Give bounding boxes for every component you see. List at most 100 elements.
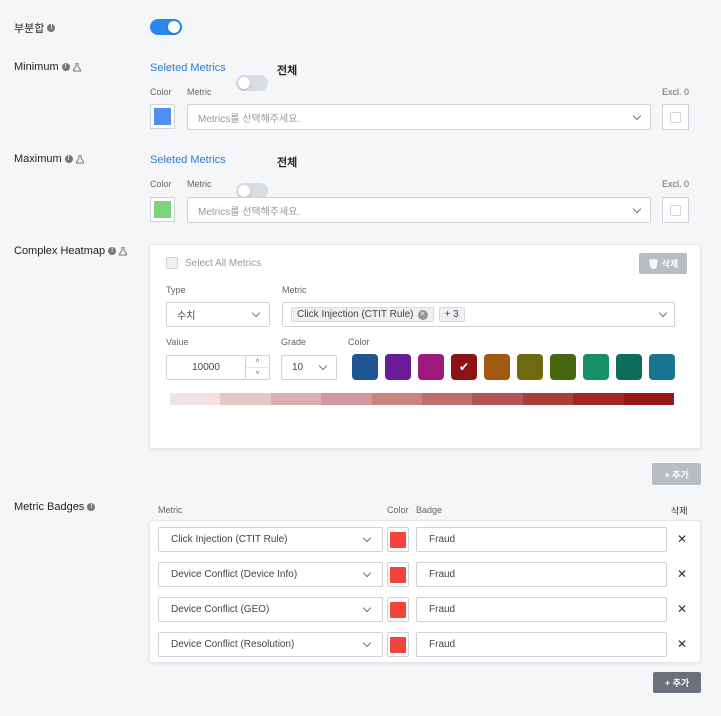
maximum-metric-select[interactable]: Metrics를 선택해주세요. xyxy=(187,197,651,223)
metric-badges-label-text: Metric Badges xyxy=(14,501,85,513)
grade-select[interactable]: 10 xyxy=(281,355,337,380)
close-icon[interactable]: ✕ xyxy=(677,567,687,581)
subtotal-toggle[interactable] xyxy=(150,19,182,35)
badge-text-value: Fraud xyxy=(429,639,456,650)
grade-label: Grade xyxy=(281,337,307,347)
badge-color-swatch[interactable] xyxy=(387,597,409,622)
badge-metric-value: Click Injection (CTIT Rule) xyxy=(171,534,288,545)
info-icon xyxy=(87,503,96,511)
minimum-placeholder: Metrics를 선택해주세요. xyxy=(198,113,301,125)
chevron-down-icon xyxy=(251,308,261,318)
heatmap-delete-button[interactable]: 🗑 삭제 xyxy=(639,253,687,274)
chip-remove-icon[interactable]: × xyxy=(417,309,428,320)
color-swatch[interactable] xyxy=(616,354,642,380)
heatmap-metric-label: Metric xyxy=(282,285,307,295)
badge-text-input[interactable]: Fraud xyxy=(416,632,667,657)
badge-text-value: Fraud xyxy=(429,569,456,580)
badges-add-button[interactable]: + 추가 xyxy=(653,672,701,693)
badge-color-swatch[interactable] xyxy=(387,527,409,552)
badge-text-input[interactable]: Fraud xyxy=(416,597,667,622)
close-icon[interactable]: ✕ xyxy=(677,637,687,651)
color-swatch[interactable]: ✔ xyxy=(451,354,477,380)
flask-icon xyxy=(119,246,128,255)
check-icon: ✔ xyxy=(458,360,470,374)
minimum-all-toggle[interactable] xyxy=(236,75,268,91)
maximum-excl-checkbox[interactable] xyxy=(670,204,681,216)
gradient-step xyxy=(371,393,423,405)
minimum-color-swatch[interactable] xyxy=(150,104,175,129)
maximum-excl-checkbox-wrap xyxy=(662,197,689,223)
heatmap-add-button[interactable]: + 추가 xyxy=(652,463,701,485)
maximum-color-swatch[interactable] xyxy=(150,197,175,222)
type-label: Type xyxy=(166,285,186,295)
minimum-selected-label: Seleted Metrics xyxy=(150,62,226,74)
color-swatch[interactable] xyxy=(550,354,576,380)
badge-color-fill xyxy=(390,531,406,548)
heatmap-gradient-bar xyxy=(170,393,675,405)
minimum-all-label: 전체 xyxy=(277,65,298,77)
badges-col-color: Color xyxy=(387,505,409,515)
select-all-checkbox[interactable] xyxy=(166,257,178,269)
stepper-up-icon[interactable]: ˄ xyxy=(246,356,269,368)
badge-text-value: Fraud xyxy=(429,604,456,615)
badges-col-delete: 삭제 xyxy=(671,506,688,516)
minimum-excl-checkbox[interactable] xyxy=(670,111,681,123)
toggle-knob xyxy=(168,21,180,33)
color-swatch[interactable] xyxy=(583,354,609,380)
color-swatch[interactable] xyxy=(649,354,675,380)
subtotal-label-text: 부분합 xyxy=(14,23,45,35)
minimum-color-label: Color xyxy=(150,87,172,97)
color-swatch[interactable] xyxy=(484,354,510,380)
subtotal-label: 부분합 xyxy=(14,20,56,36)
minimum-metric-select[interactable]: Metrics를 선택해주세요. xyxy=(187,104,651,130)
metric-badges-label: Metric Badges xyxy=(14,501,96,513)
minimum-label: Minimum xyxy=(14,61,81,73)
chevron-down-icon xyxy=(362,568,372,578)
chevron-down-icon xyxy=(362,638,372,648)
close-icon[interactable]: ✕ xyxy=(677,602,687,616)
color-swatch[interactable] xyxy=(352,354,378,380)
metric-chip: Click Injection (CTIT Rule) × xyxy=(291,307,434,322)
color-swatch[interactable] xyxy=(385,354,411,380)
chevron-down-icon xyxy=(362,603,372,613)
maximum-label: Maximum xyxy=(14,153,84,165)
close-icon[interactable]: ✕ xyxy=(677,532,687,546)
maximum-selected-label: Seleted Metrics xyxy=(150,154,226,166)
badge-text-input[interactable]: Fraud xyxy=(416,562,667,587)
color-swatch[interactable] xyxy=(517,354,543,380)
type-select[interactable]: 수치 xyxy=(166,302,270,327)
badge-metric-select[interactable]: Click Injection (CTIT Rule) xyxy=(158,527,383,552)
heatmap-metric-select[interactable]: Click Injection (CTIT Rule) × + 3 xyxy=(282,302,675,327)
info-icon xyxy=(47,24,56,32)
badge-color-swatch[interactable] xyxy=(387,562,409,587)
gradient-step xyxy=(220,393,271,405)
badge-color-swatch[interactable] xyxy=(387,632,409,657)
badge-text-value: Fraud xyxy=(429,534,456,545)
chevron-down-icon xyxy=(658,308,668,318)
gradient-step xyxy=(422,393,473,405)
select-all-label: Select All Metrics xyxy=(185,257,262,269)
minimum-metric-label: Metric xyxy=(187,87,212,97)
badge-row: Device Conflict (Resolution) Fraud ✕ xyxy=(158,632,688,657)
minimum-label-text: Minimum xyxy=(14,61,59,73)
badge-metric-select[interactable]: Device Conflict (Device Info) xyxy=(158,562,383,587)
complex-heatmap-label-text: Complex Heatmap xyxy=(14,245,106,257)
maximum-swatch-fill xyxy=(154,201,171,218)
select-all-row[interactable]: Select All Metrics xyxy=(166,257,261,269)
metric-more-chip: + 3 xyxy=(438,307,465,322)
gradient-step xyxy=(321,393,372,405)
gradient-step xyxy=(623,393,675,405)
badge-text-input[interactable]: Fraud xyxy=(416,527,667,552)
minimum-excl-checkbox-wrap xyxy=(662,104,689,130)
value-input[interactable]: 10000 xyxy=(166,355,246,380)
color-swatch[interactable] xyxy=(418,354,444,380)
stepper-down-icon[interactable]: ˅ xyxy=(246,368,269,379)
badge-metric-select[interactable]: Device Conflict (Resolution) xyxy=(158,632,383,657)
gradient-step xyxy=(270,393,322,405)
complex-heatmap-label: Complex Heatmap xyxy=(14,245,128,257)
info-icon xyxy=(108,247,117,255)
heatmap-color-label: Color xyxy=(348,337,370,347)
badge-metric-select[interactable]: Device Conflict (GEO) xyxy=(158,597,383,622)
maximum-excl-label: Excl. 0 xyxy=(662,179,690,189)
gradient-step xyxy=(573,393,624,405)
